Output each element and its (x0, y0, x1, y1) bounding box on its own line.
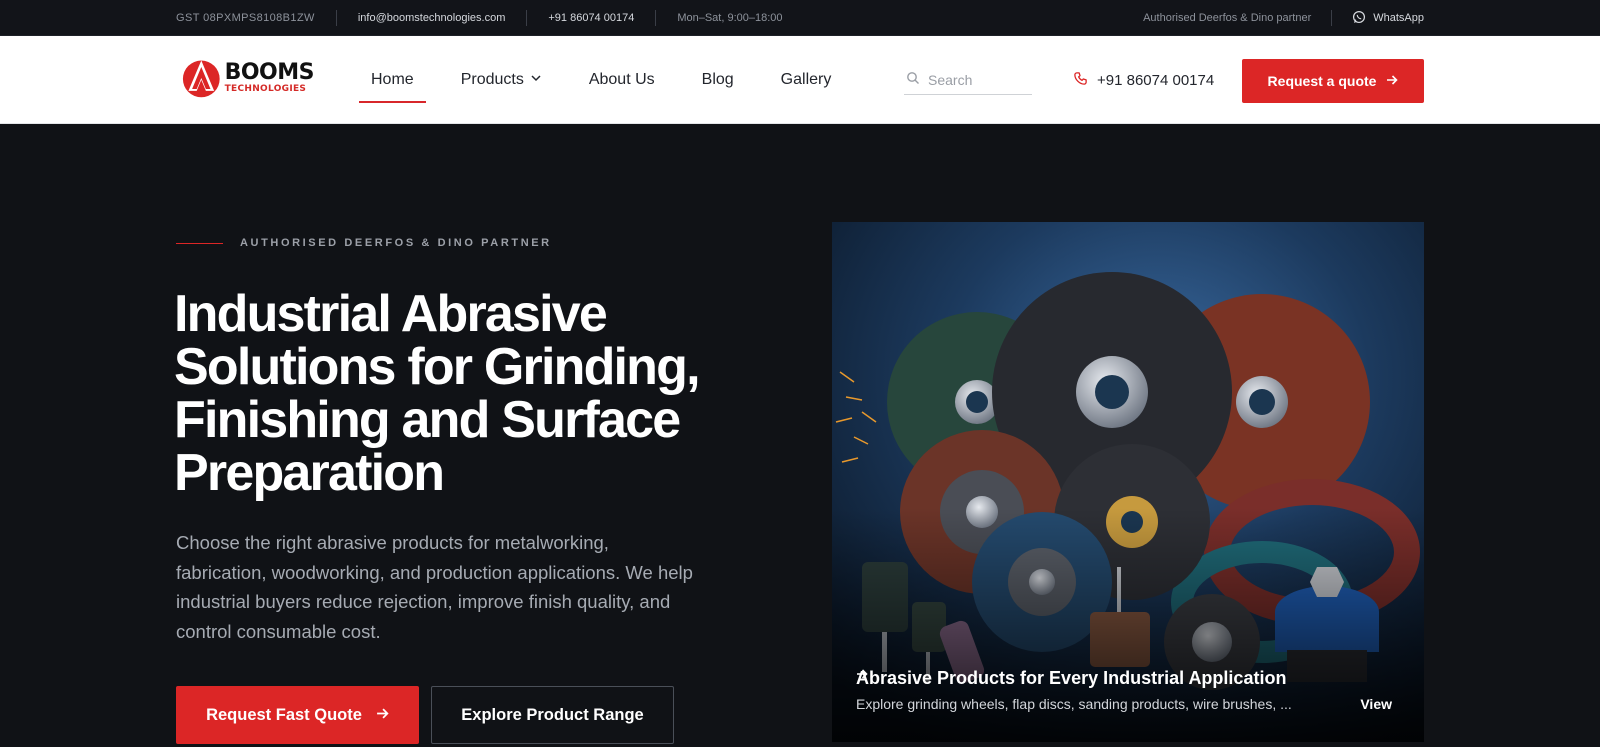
brand-name: BOOMS (224, 60, 315, 85)
brand-logo[interactable]: BOOMS TECHNOLOGIES (182, 56, 315, 100)
search-box (904, 66, 1032, 95)
search-input[interactable] (928, 72, 1028, 88)
abrasive-products-image (832, 222, 1424, 742)
nav-item-label: About Us (588, 71, 655, 88)
hero-eyebrow: AUTHORISED DEERFOS & DINO PARTNER (176, 237, 552, 249)
request-quote-button[interactable]: Request a quote (1242, 59, 1424, 103)
card-caption: Abrasive Products for Every Industrial A… (856, 668, 1400, 712)
phone-icon (1073, 71, 1088, 90)
top-bar-right: Authorised Deerfos & Dino partner WhatsA… (1143, 0, 1424, 36)
site-header: BOOMS TECHNOLOGIES Home Products About U… (0, 36, 1600, 124)
top-bar-left: GST 08PXMPS8108B1ZW info@boomstechnologi… (176, 0, 804, 36)
partner-note: Authorised Deerfos & Dino partner (1143, 10, 1333, 26)
hero-section: AUTHORISED DEERFOS & DINO PARTNER Indust… (0, 124, 1600, 747)
card-view-link[interactable]: View (857, 669, 1400, 712)
nav-item-label: Home (371, 71, 414, 88)
arrow-right-icon (1386, 73, 1399, 89)
main-nav: Home Products About Us Blog Gallery (359, 36, 868, 124)
brand-logo-mark (182, 60, 220, 98)
brand-tagline: TECHNOLOGIES (224, 84, 307, 94)
nav-item-home[interactable]: Home (359, 36, 426, 124)
gst-number: GST 08PXMPS8108B1ZW (176, 12, 315, 24)
search-icon (906, 71, 920, 90)
request-quote-label: Request a quote (1267, 73, 1377, 89)
nav-item-gallery[interactable]: Gallery (781, 36, 832, 124)
arrow-right-icon (376, 706, 389, 725)
header-phone-link[interactable]: +91 86074 00174 (1073, 36, 1214, 124)
nav-item-blog[interactable]: Blog (702, 36, 734, 124)
header-phone-number: +91 86074 00174 (1097, 71, 1215, 89)
nav-item-label: Blog (701, 71, 734, 88)
business-hours: Mon–Sat, 9:00–18:00 (655, 10, 803, 26)
whatsapp-label: WhatsApp (1373, 12, 1424, 24)
hero-headline: Industrial Abrasive Solutions for Grindi… (174, 285, 701, 502)
nav-item-products[interactable]: Products (461, 36, 542, 124)
hero-product-card[interactable]: Abrasive Products for Every Industrial A… (832, 222, 1424, 742)
top-utility-bar: GST 08PXMPS8108B1ZW info@boomstechnologi… (0, 0, 1600, 36)
whatsapp-link[interactable]: WhatsApp (1332, 10, 1424, 27)
nav-item-about-us[interactable]: About Us (589, 36, 655, 124)
chevron-down-icon (530, 36, 542, 124)
request-fast-quote-label: Request Fast Quote (206, 705, 362, 724)
card-view-label: View (1360, 696, 1392, 712)
phone-link[interactable]: +91 86074 00174 (526, 10, 655, 26)
card-description: Explore grinding wheels, flap discs, san… (856, 696, 1292, 712)
hero-subtext: Choose the right abrasive products for m… (176, 532, 693, 642)
nav-item-label: Products (460, 71, 524, 88)
eyebrow-divider (176, 242, 223, 244)
request-fast-quote-button[interactable]: Request Fast Quote (176, 686, 419, 744)
explore-product-range-button[interactable]: Explore Product Range (431, 686, 674, 744)
card-title: Abrasive Products for Every Industrial A… (856, 668, 1287, 688)
email-link[interactable]: info@boomstechnologies.com (335, 10, 527, 26)
whatsapp-icon (1352, 10, 1366, 27)
eyebrow-text: AUTHORISED DEERFOS & DINO PARTNER (240, 237, 552, 249)
nav-item-label: Gallery (780, 71, 832, 88)
explore-product-range-label: Explore Product Range (461, 705, 644, 724)
